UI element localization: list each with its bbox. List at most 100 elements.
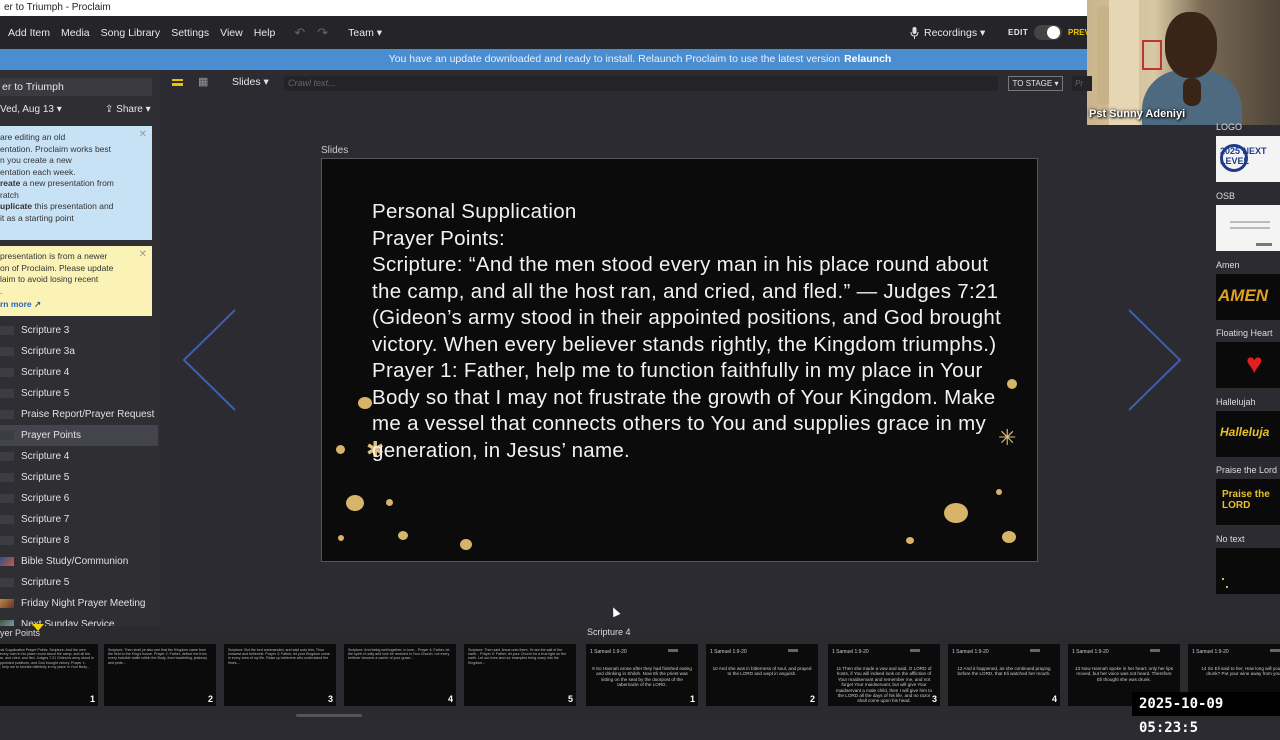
media-thumbnail[interactable]: 2025 NEXT LEVEL [1216, 136, 1280, 182]
slide-thumb-logo [1150, 649, 1160, 652]
slide-thumbnail[interactable]: 1 Samuel 1:9-20 10 And she was in bittern… [706, 644, 818, 706]
webcam-overlay: Pst Sunny Adeniyi [1087, 0, 1280, 125]
menu-settings[interactable]: Settings [171, 27, 209, 39]
list-item[interactable]: Bible Study/Communion [0, 551, 158, 572]
recording-timestamp: 2025-10-09 05:23:5 [1132, 692, 1280, 736]
slide-thumb-logo [668, 649, 678, 652]
previous-slide-arrow-icon[interactable] [180, 308, 240, 412]
media-thumbnail[interactable]: AMEN [1216, 274, 1280, 320]
slide-thumb-text: Scripture: Then said Jesus unto them, Ye… [468, 648, 567, 665]
slide-thumbnail[interactable]: Personal Supplication Prayer Points: Scr… [0, 644, 98, 706]
edit-preview-toggle[interactable] [1034, 25, 1062, 40]
gold-glitter [386, 499, 393, 506]
notice-line: it as a starting point [0, 212, 74, 223]
old-presentation-notice: ✕ are editing an old entation. Proclaim … [0, 126, 152, 240]
slide-thumb-number: 2 [809, 694, 815, 704]
learn-more-link[interactable]: rn more ↗ [0, 299, 41, 309]
slide-thumb-text: 11 Then she made a vow and said, O LORD … [836, 666, 932, 704]
gold-glitter [906, 537, 914, 544]
gold-glitter [346, 495, 364, 511]
notice-line: on of Proclaim. Please update [0, 262, 114, 273]
slide-strip-label: Scripture 4 [587, 627, 631, 637]
team-dropdown[interactable]: Team ▾ [348, 27, 382, 39]
preview-search-input[interactable]: Pr [1072, 76, 1092, 91]
media-label: OSB [1216, 191, 1236, 201]
list-item[interactable]: Friday Night Prayer Meeting [0, 593, 158, 614]
gold-glitter [1002, 531, 1016, 543]
undo-icon[interactable]: ↶ [294, 25, 305, 41]
slide-thumb-heading: 1 Samuel 1:9-20 [952, 649, 989, 655]
menu-media[interactable]: Media [61, 27, 90, 39]
slide-thumb-heading: 1 Samuel 1:9-20 [832, 649, 869, 655]
gold-glitter [944, 503, 968, 523]
slide-thumb-text: Personal Supplication Prayer Points: Scr… [0, 648, 94, 669]
presentation-title[interactable]: er to Triumph [0, 78, 152, 96]
mouse-cursor [609, 605, 621, 618]
duplicate-link[interactable]: uplicate this presentation and [0, 201, 142, 213]
media-thumbnail[interactable] [1216, 205, 1280, 251]
list-item[interactable]: Scripture 5 [0, 467, 158, 488]
menu-help[interactable]: Help [254, 27, 276, 39]
grid-view-icon[interactable]: ▦ [198, 77, 210, 88]
slide-thumbnail[interactable]: Scripture: But the lord commanded, and s… [224, 644, 336, 706]
list-item[interactable]: Scripture 4 [0, 362, 158, 383]
notice-line: are editing an old [0, 132, 66, 142]
media-thumbnail[interactable]: Halleluja [1216, 411, 1280, 457]
close-icon[interactable]: ✕ [139, 249, 147, 261]
presentation-date-dropdown[interactable]: Ved, Aug 13 ▾ [0, 104, 62, 115]
recordings-dropdown[interactable]: Recordings ▾ [910, 26, 985, 39]
slide-thumbnail[interactable]: 1 Samuel 1:9-20 11 Then she made a vow an… [828, 644, 940, 706]
slide-thumbnail[interactable]: Scripture: Then said Jesus unto them, Ye… [464, 644, 576, 706]
slide-preview[interactable]: ✱ ✳ Personal Supplication Prayer Points:… [321, 158, 1038, 562]
close-icon[interactable]: ✕ [139, 129, 147, 141]
list-item[interactable]: Scripture 3a [0, 341, 158, 362]
list-item[interactable]: Scripture 5 [0, 572, 158, 593]
slide-thumb-heading: 1 Samuel 1:9-20 [1192, 649, 1229, 655]
list-item[interactable]: Praise Report/Prayer Request [0, 404, 158, 425]
newer-version-notice: ✕ presentation is from a newer on of Pro… [0, 246, 152, 316]
list-item[interactable]: Scripture 7 [0, 509, 158, 530]
slide-thumb-number: 2 [207, 694, 213, 704]
list-item[interactable]: Scripture 3 [0, 320, 158, 341]
to-stage-button[interactable]: TO STAGE ▾ [1008, 76, 1063, 91]
menu-add-item[interactable]: Add Item [8, 27, 50, 39]
media-thumb-text: AMEN [1218, 286, 1269, 305]
share-icon: ⇪ [105, 104, 114, 115]
slide-thumb-number: 1 [89, 694, 95, 704]
person-hands [1183, 78, 1201, 106]
slide-strip-scrollbar[interactable] [296, 714, 362, 717]
list-item[interactable]: Scripture 8 [0, 530, 158, 551]
menu-song-library[interactable]: Song Library [101, 27, 161, 39]
media-thumbnail[interactable]: Praise the LORD [1216, 479, 1280, 525]
media-thumbnail[interactable] [1216, 548, 1280, 594]
redo-icon[interactable]: ↷ [317, 25, 328, 41]
share-button[interactable]: ⇪ Share ▾ [105, 104, 151, 115]
slides-dropdown[interactable]: Slides ▾ [232, 76, 269, 88]
menu-view[interactable]: View [220, 27, 243, 39]
slide-thumb-number: 3 [327, 694, 333, 704]
webcam-name-label: Pst Sunny Adeniyi [1089, 108, 1186, 120]
notice-line: . [0, 285, 3, 296]
list-item[interactable]: Scripture 5 [0, 383, 158, 404]
slide-thumbnail[interactable]: 1 Samuel 1:9-20 9 So Hannah arose after t… [586, 644, 698, 706]
slide-thumb-text: 14 So Eli said to her, How long will you… [1201, 666, 1280, 677]
single-view-icon[interactable] [172, 79, 183, 86]
update-message: You have an update downloaded and ready … [388, 53, 841, 65]
media-library-panel: LOGO 2025 NEXT LEVEL OSB Amen AMEN Float… [1212, 120, 1280, 610]
gold-glitter [358, 397, 372, 409]
slide-thumbnail[interactable]: 1 Samuel 1:9-20 12 And it happened, as sh… [948, 644, 1060, 706]
list-item[interactable]: Scripture 6 [0, 488, 158, 509]
media-label: Hallelujah [1216, 397, 1256, 407]
next-slide-arrow-icon[interactable] [1124, 308, 1184, 412]
crawl-text-input[interactable]: Crawl text... [284, 76, 998, 91]
create-new-link[interactable]: reate a new presentation from [0, 178, 142, 190]
media-thumbnail[interactable]: ♥ [1216, 342, 1280, 388]
list-item[interactable]: Scripture 4 [0, 446, 158, 467]
slide-thumbnail[interactable]: Scripture: And being well together, in l… [344, 644, 456, 706]
relaunch-link[interactable]: Relaunch [844, 53, 891, 65]
slide-thumb-logo [788, 649, 798, 652]
slide-toolbar: ▦ Slides ▾ Crawl text... TO STAGE ▾ Pr [160, 70, 1092, 96]
media-thumb-text: Praise the LORD [1222, 489, 1270, 511]
list-item-selected[interactable]: Prayer Points [0, 425, 158, 446]
slide-thumbnail[interactable]: Scripture: Then shall ye also see that t… [104, 644, 216, 706]
